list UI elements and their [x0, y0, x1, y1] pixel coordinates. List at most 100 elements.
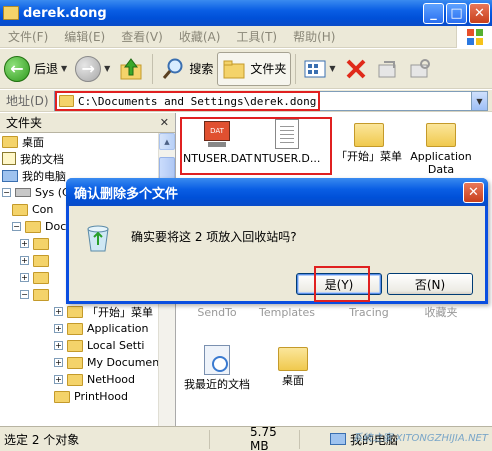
- copy-to-button[interactable]: [404, 52, 436, 86]
- search-button[interactable]: 搜索: [157, 52, 217, 86]
- folders-label: 文件夹: [250, 62, 287, 76]
- search-icon: [163, 58, 183, 79]
- file-label: 「开始」菜单: [336, 150, 402, 163]
- menu-view[interactable]: 查看(V): [113, 28, 171, 45]
- selection-highlight: [180, 117, 332, 175]
- views-button[interactable]: ▼: [300, 52, 339, 86]
- file-label: 桌面: [282, 374, 304, 387]
- dropdown-arrow-icon: ▼: [329, 64, 336, 73]
- menu-edit[interactable]: 编辑(E): [56, 28, 113, 45]
- tree-item-label: My Document: [87, 356, 164, 369]
- expand-icon[interactable]: +: [54, 307, 63, 316]
- tree-item-label: Sys (C: [35, 186, 70, 199]
- menu-file[interactable]: 文件(F): [0, 28, 56, 45]
- dialog-title: 确认删除多个文件: [74, 186, 179, 202]
- tree-item[interactable]: + Application: [0, 320, 175, 337]
- status-selection: 选定 2 个对象: [0, 429, 210, 449]
- delete-button[interactable]: [340, 52, 372, 86]
- no-button[interactable]: 否(N): [387, 273, 473, 295]
- folders-title: 文件夹: [6, 116, 43, 130]
- tree-item[interactable]: 桌面: [0, 133, 175, 150]
- status-bar: 选定 2 个对象 5.75 MB 我的电脑 系统之家 XITONGZHIJIA.…: [0, 425, 492, 451]
- dialog-message: 确实要将这 2 项放入回收站吗?: [131, 230, 297, 244]
- menu-help[interactable]: 帮助(H): [285, 28, 343, 45]
- toolbar-separator: [152, 53, 154, 84]
- tree-item[interactable]: PrintHood: [0, 388, 175, 405]
- toolbar-separator: [295, 53, 297, 84]
- folder-favorites[interactable]: 收藏夹: [407, 306, 475, 319]
- folder-icon: [33, 237, 49, 250]
- expand-icon[interactable]: +: [54, 341, 63, 350]
- collapse-icon[interactable]: −: [2, 188, 11, 197]
- title-bar: derek.dong _ □ ✕: [0, 0, 492, 26]
- folder-icon: [67, 339, 83, 352]
- up-folder-button[interactable]: [114, 52, 148, 86]
- tree-item-label: Con: [32, 203, 54, 216]
- tree-item[interactable]: + NetHood: [0, 371, 175, 388]
- folder-application-data[interactable]: Application Data: [407, 123, 475, 176]
- back-arrow-icon: ←: [4, 55, 30, 82]
- dialog-close-button[interactable]: ✕: [463, 181, 484, 203]
- doc-icon: [2, 152, 16, 165]
- file-label: Templates: [259, 306, 315, 319]
- folder-recent-documents[interactable]: 我最近的文档: [183, 345, 251, 391]
- tree-item-label: 桌面: [22, 135, 44, 149]
- computer-icon: [330, 433, 346, 445]
- folders-button[interactable]: 文件夹: [217, 51, 292, 86]
- folders-close-button[interactable]: ✕: [160, 116, 169, 129]
- folder-icon: [67, 356, 83, 369]
- recycle-bin-icon: [87, 225, 109, 252]
- folder-start-menu[interactable]: 「开始」菜单: [335, 123, 403, 163]
- tree-item[interactable]: + 「开始」菜单: [0, 303, 175, 320]
- folder-templates[interactable]: Templates: [253, 306, 321, 319]
- tree-item[interactable]: 我的文档: [0, 150, 175, 167]
- minimize-button[interactable]: _: [423, 2, 444, 24]
- collapse-icon[interactable]: −: [12, 222, 21, 231]
- folder-desktop[interactable]: 桌面: [259, 347, 327, 387]
- menu-favorites[interactable]: 收藏(A): [171, 28, 229, 45]
- views-icon: [304, 60, 326, 77]
- menu-bar: 文件(F) 编辑(E) 查看(V) 收藏(A) 工具(T) 帮助(H): [0, 26, 492, 48]
- move-to-button[interactable]: [372, 52, 404, 86]
- expand-icon[interactable]: +: [54, 324, 63, 333]
- folder-icon: [12, 203, 28, 216]
- move-to-icon: [378, 60, 396, 77]
- tree-item-label: PrintHood: [74, 390, 129, 403]
- expand-icon[interactable]: +: [20, 239, 29, 248]
- tree-item[interactable]: + Local Setti: [0, 337, 175, 354]
- file-label: Application Data: [410, 150, 472, 176]
- folder-icon: [3, 6, 19, 20]
- expand-icon[interactable]: +: [20, 273, 29, 282]
- address-dropdown-button[interactable]: ▼: [471, 92, 487, 110]
- scroll-up-button[interactable]: ▲: [159, 133, 175, 150]
- folder-icon: [354, 123, 384, 147]
- expand-icon[interactable]: +: [20, 256, 29, 265]
- close-button[interactable]: ✕: [469, 2, 490, 24]
- confirm-delete-dialog: 确认删除多个文件 ✕ 确实要将这 2 项放入回收站吗? 是(Y) 否(N): [66, 178, 488, 304]
- file-label: SendTo: [197, 306, 237, 319]
- collapse-icon[interactable]: −: [20, 290, 29, 299]
- status-size: 5.75 MB: [210, 425, 300, 451]
- recent-documents-icon: [204, 345, 230, 375]
- expand-icon[interactable]: +: [54, 358, 63, 367]
- address-input[interactable]: C:\Documents and Settings\derek.dong ▼: [54, 91, 488, 111]
- back-button[interactable]: ← 后退 ▼: [0, 52, 71, 86]
- drive-icon: [15, 188, 31, 197]
- folder-icon: [67, 322, 83, 335]
- yes-button-highlight: [314, 266, 370, 302]
- dropdown-arrow-icon: ▼: [61, 64, 68, 73]
- expand-icon[interactable]: +: [54, 375, 63, 384]
- maximize-button[interactable]: □: [446, 2, 467, 24]
- window-title: derek.dong: [23, 5, 107, 21]
- folder-icon: [54, 390, 70, 403]
- folder-tracing[interactable]: Tracing: [335, 306, 403, 319]
- forward-button[interactable]: → ▼: [71, 52, 114, 86]
- tree-item[interactable]: + My Document: [0, 354, 175, 371]
- menu-tools[interactable]: 工具(T): [228, 28, 285, 45]
- forward-arrow-icon: →: [75, 55, 102, 82]
- folder-icon: [278, 347, 308, 371]
- address-path: C:\Documents and Settings\derek.dong: [78, 94, 317, 108]
- address-bar: 地址(D) C:\Documents and Settings\derek.do…: [0, 90, 492, 112]
- folder-sendto[interactable]: SendTo: [183, 306, 251, 319]
- file-label: 我最近的文档: [184, 378, 250, 391]
